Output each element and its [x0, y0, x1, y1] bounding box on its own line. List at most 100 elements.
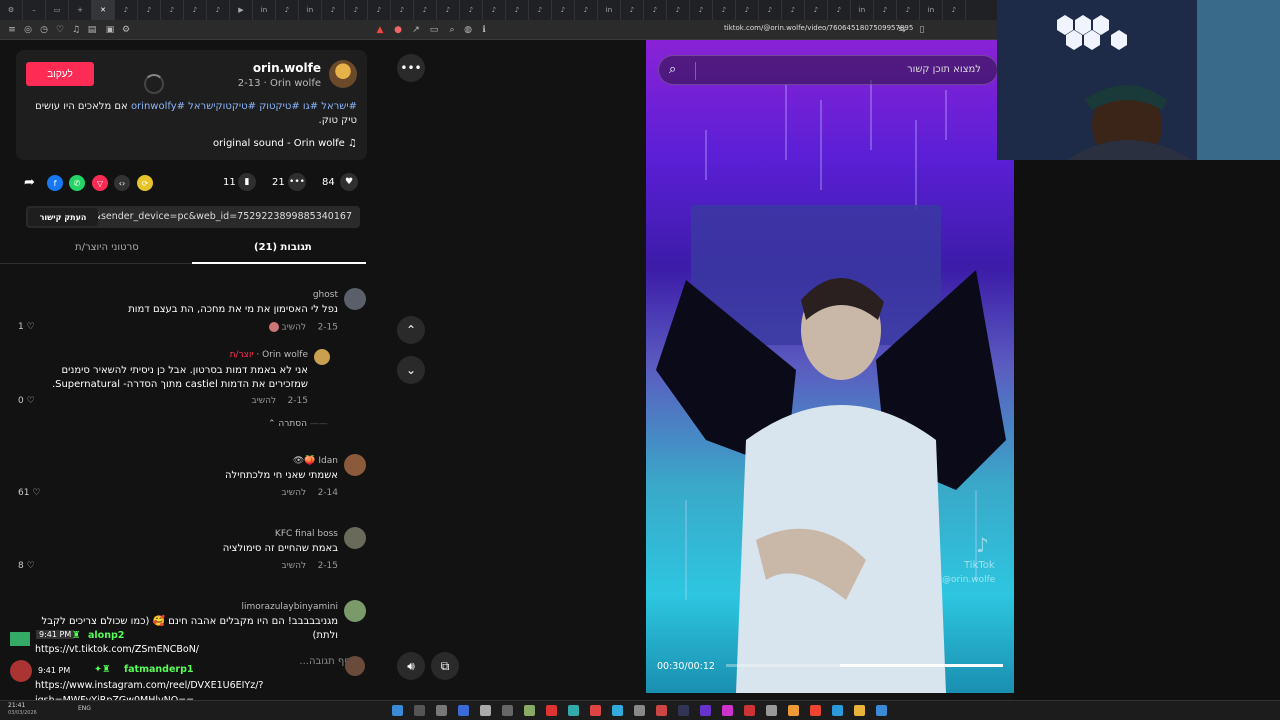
like-heart-icon[interactable]: ♥ [340, 173, 358, 191]
picture-in-picture-button[interactable]: ⧉ [431, 652, 459, 680]
tab-comments[interactable]: תגובות (21) [254, 242, 312, 253]
browser-tab[interactable]: ▶ [230, 0, 253, 20]
volume-button[interactable]: 🔊︎ [397, 652, 425, 680]
browser-tab[interactable]: ♪ [621, 0, 644, 20]
share-icon[interactable]: ↗ [410, 24, 422, 36]
browser-tab[interactable]: ♪ [506, 0, 529, 20]
browser-tab[interactable]: ♪ [184, 0, 207, 20]
browser-tab[interactable]: ♪ [828, 0, 851, 20]
browser-tab[interactable]: ♪ [276, 0, 299, 20]
browser-tab[interactable]: ♪ [644, 0, 667, 20]
app-icon[interactable] [876, 705, 887, 716]
new-tab-button[interactable]: + [69, 0, 92, 20]
browser-tab[interactable]: ♪ [207, 0, 230, 20]
embed-icon[interactable]: ‹› [114, 175, 130, 191]
app-icon[interactable] [744, 705, 755, 716]
commenter-name[interactable]: Orin wolfe [262, 350, 308, 360]
commenter-avatar[interactable] [344, 454, 366, 476]
browser-tab[interactable]: ♪ [575, 0, 598, 20]
browser-tab[interactable]: ♪ [483, 0, 506, 20]
search-icon[interactable]: ⌕ [669, 62, 676, 77]
app-icon[interactable] [590, 705, 601, 716]
browser-tab[interactable]: in [920, 0, 943, 20]
browser-tab[interactable]: ⚙ [0, 0, 23, 20]
browser-tab[interactable]: ♪ [943, 0, 966, 20]
app-icon[interactable] [480, 705, 491, 716]
commenter-name[interactable]: limorazulaybinyamini [242, 602, 339, 612]
app-icon[interactable] [612, 705, 623, 716]
follow-button[interactable]: לעקוב [26, 62, 94, 86]
post-hashtags[interactable]: #ישראל #גו #טיקטוק #טיקטוקישראל #orinwol… [131, 101, 357, 112]
browser-tab[interactable]: ♪ [874, 0, 897, 20]
bookmark-star-icon[interactable]: ▯ [916, 24, 928, 36]
browser-tab-active[interactable]: ✕ [92, 0, 115, 20]
repost-icon[interactable]: ⟳ [137, 175, 153, 191]
next-video-button[interactable]: ⌄ [397, 356, 425, 384]
browser-tab[interactable]: in [253, 0, 276, 20]
app-icon[interactable] [436, 705, 447, 716]
translate-page-icon[interactable]: ⇆ [896, 24, 908, 36]
shield-icon[interactable]: ◎ [22, 24, 34, 36]
app-icon[interactable] [766, 705, 777, 716]
app-icon[interactable] [502, 705, 513, 716]
window-icon[interactable]: ▭ [428, 24, 440, 36]
app-icon[interactable] [546, 705, 557, 716]
browser-tab[interactable]: in [299, 0, 322, 20]
hide-replies-toggle[interactable]: ⌃ הסתרה —— [268, 419, 328, 429]
chat-message[interactable]: https://vt.tiktok.com/ZSmENCBoN/ [35, 644, 199, 655]
app-icon[interactable] [524, 705, 535, 716]
browser-tab[interactable]: ♪ [667, 0, 690, 20]
previous-video-button[interactable]: ⌃ [397, 316, 425, 344]
edge-icon[interactable] [832, 705, 843, 716]
settings-icon[interactable]: ⚙ [120, 24, 132, 36]
browser-tab[interactable]: ♪ [552, 0, 575, 20]
address-bar-url[interactable]: tiktok.com/@orin.wolfe/video/76064518075… [724, 24, 913, 32]
music-icon[interactable]: ♫ [70, 24, 82, 36]
app-icon[interactable] [634, 705, 645, 716]
browser-tab[interactable]: ♪ [690, 0, 713, 20]
browser-tab[interactable]: ♪ [736, 0, 759, 20]
reply-link[interactable]: להשיב [282, 323, 307, 333]
author-username[interactable]: orin.wolfe [253, 61, 321, 75]
commenter-avatar[interactable] [344, 527, 366, 549]
browser-tab[interactable]: ♪ [805, 0, 828, 20]
video-progress-bar[interactable] [726, 664, 1003, 667]
browser-tab[interactable]: in [851, 0, 874, 20]
cast-icon[interactable]: ◍ [462, 24, 474, 36]
video-player[interactable]: ♪ TikTok @orin.wolfe ⌕ למצוא תוכן קשור 0… [646, 40, 1014, 693]
comment-like[interactable]: 61 ♡ [18, 488, 40, 498]
browser-tab[interactable]: ♪ [713, 0, 736, 20]
post-sound[interactable]: ♫ original sound - Orin wolfe [213, 138, 357, 149]
browser-tab[interactable]: ♪ [391, 0, 414, 20]
chat-message[interactable]: https://www.instagram.com/reel/DVXE1U6EI… [35, 680, 263, 691]
author-avatar[interactable] [329, 60, 357, 88]
browser-tab[interactable]: ♪ [759, 0, 782, 20]
browser-tab[interactable]: ♪ [368, 0, 391, 20]
brave-icon[interactable] [810, 705, 821, 716]
reply-link[interactable]: להשיב [252, 396, 277, 406]
warning-icon[interactable]: ▲ [374, 24, 386, 36]
bookmark-save-icon[interactable]: ▮ [238, 173, 256, 191]
related-content-search[interactable]: ⌕ למצוא תוכן קשור [658, 55, 998, 85]
language-indicator[interactable]: ENG [78, 705, 91, 712]
chrome-icon[interactable] [788, 705, 799, 716]
browser-tab[interactable]: ♪ [138, 0, 161, 20]
app-icon[interactable] [700, 705, 711, 716]
search-icon[interactable]: ⌕ [446, 24, 458, 36]
share-arrow-icon[interactable]: ➦ [24, 175, 35, 190]
file-explorer-icon[interactable] [854, 705, 865, 716]
browser-tab[interactable]: ♪ [322, 0, 345, 20]
history-icon[interactable]: ◷ [38, 24, 50, 36]
app-icon[interactable] [656, 705, 667, 716]
reader-icon[interactable]: ▤ [86, 24, 98, 36]
commenter-name[interactable]: KFC final boss [275, 529, 338, 539]
commenter-avatar[interactable] [344, 288, 366, 310]
commenter-name-text[interactable]: Idan [318, 456, 338, 466]
share-link-text[interactable]: ...&sender_device=pc&web_id=752922389988… [84, 211, 352, 222]
send-to-friends-icon[interactable]: ▽ [92, 175, 108, 191]
app-icon[interactable] [458, 705, 469, 716]
app-icon[interactable] [414, 705, 425, 716]
copy-link-button[interactable]: העתק קישור [28, 208, 98, 226]
comment-icon[interactable]: ••• [288, 173, 306, 191]
reply-link[interactable]: להשיב [282, 561, 307, 571]
